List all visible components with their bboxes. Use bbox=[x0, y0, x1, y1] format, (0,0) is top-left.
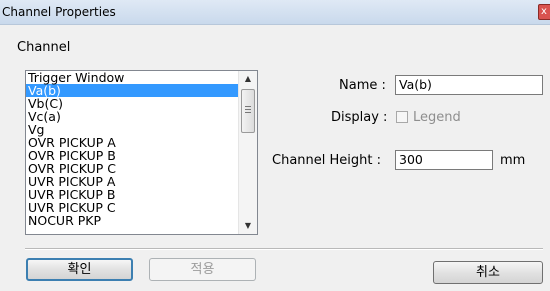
channel-height-unit: mm bbox=[500, 153, 526, 168]
close-icon[interactable]: x bbox=[538, 4, 550, 20]
legend-checkbox-label: Legend bbox=[413, 110, 461, 125]
grip-line bbox=[245, 109, 251, 110]
ok-button[interactable]: 확인 bbox=[26, 258, 133, 281]
channel-section-label: Channel bbox=[17, 40, 71, 55]
channel-listbox[interactable]: Trigger Window Va(b) Vb(C) Vc(a) Vg OVR PICKU… bbox=[25, 70, 258, 235]
channel-height-input[interactable]: 300 bbox=[395, 150, 493, 170]
name-label: Name : bbox=[339, 78, 386, 93]
scroll-up-arrow-icon[interactable]: ▲ bbox=[239, 71, 257, 87]
channel-list-item[interactable]: NOCUR PKP bbox=[26, 214, 238, 227]
grip-line bbox=[245, 112, 251, 113]
list-scrollbar[interactable]: ▲ ▼ bbox=[238, 71, 257, 234]
window-title: Channel Properties bbox=[2, 5, 116, 19]
display-label: Display : bbox=[331, 110, 388, 125]
apply-button[interactable]: 적용 bbox=[149, 258, 256, 281]
name-input[interactable]: Va(b) bbox=[395, 75, 543, 95]
grip-line bbox=[245, 106, 251, 107]
legend-checkbox[interactable] bbox=[396, 111, 408, 123]
title-bar: Channel Properties x bbox=[0, 0, 550, 25]
channel-list-item[interactable]: Vc(a) bbox=[26, 110, 238, 123]
channel-list-items: Trigger Window Va(b) Vb(C) Vc(a) Vg OVR PICKU… bbox=[26, 71, 238, 227]
cancel-button[interactable]: 취소 bbox=[433, 261, 543, 284]
scroll-thumb[interactable] bbox=[241, 89, 255, 133]
channel-height-label: Channel Height : bbox=[272, 153, 381, 168]
divider bbox=[25, 248, 543, 250]
scroll-down-arrow-icon[interactable]: ▼ bbox=[239, 218, 257, 234]
